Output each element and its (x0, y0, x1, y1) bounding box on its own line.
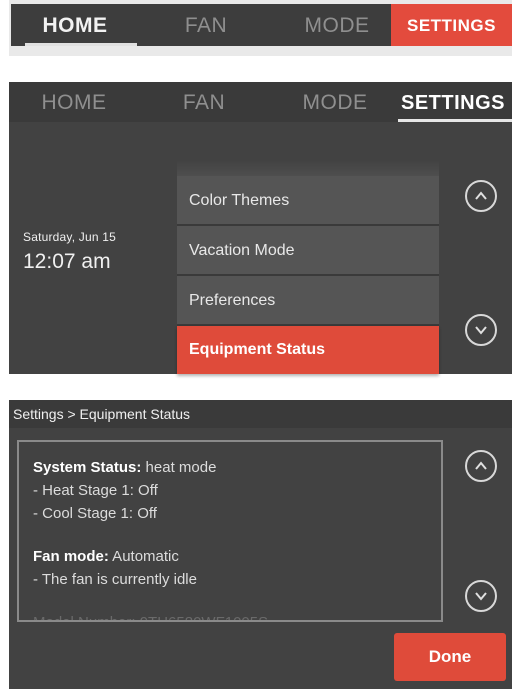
fan-mode-label: Fan mode: (33, 548, 109, 565)
tab-home[interactable]: HOME (11, 4, 139, 46)
done-button[interactable]: Done (394, 633, 506, 681)
tab-settings[interactable]: SETTINGS (391, 4, 512, 46)
menu-item-color-themes[interactable]: Color Themes (177, 176, 439, 226)
heat-stage-line: - Heat Stage 1: Off (33, 482, 158, 499)
menu-item-equipment-status[interactable]: Equipment Status (177, 326, 439, 374)
tab-settings-label: SETTINGS (400, 92, 505, 114)
chevron-down-icon (475, 326, 487, 335)
time-label: 12:07 am (23, 250, 111, 273)
tab-fan-label: FAN (182, 91, 226, 114)
chevron-down-icon (475, 592, 487, 601)
chevron-up-icon (475, 191, 487, 200)
tab-bar: HOME FAN MODE SETTINGS (9, 82, 512, 122)
date-time-display: Saturday, Jun 15 12:07 am (23, 230, 163, 274)
model-number-line: Model Number: 9TH6580WF1005S (33, 611, 441, 620)
cool-stage-line: - Cool Stage 1: Off (33, 505, 157, 522)
date-label: Saturday, Jun 15 (23, 230, 117, 244)
scroll-up-button[interactable] (465, 450, 497, 482)
tab-home[interactable]: HOME (29, 82, 119, 122)
tab-mode[interactable]: MODE (281, 4, 393, 46)
tab-settings[interactable]: SETTINGS (394, 82, 512, 122)
tab-bar: HOME FAN MODE SETTINGS (11, 4, 512, 46)
equipment-status-screen: Settings > Equipment Status System Statu… (9, 400, 512, 689)
tab-home-label: HOME (42, 14, 108, 37)
tab-mode[interactable]: MODE (289, 82, 381, 122)
tab-fan-label: FAN (184, 14, 228, 37)
tab-home-underline (25, 43, 137, 46)
tab-mode-label: MODE (304, 14, 370, 37)
tab-settings-label: SETTINGS (406, 16, 496, 35)
scroll-up-button[interactable] (465, 180, 497, 212)
menu-item-vacation-mode[interactable]: Vacation Mode (177, 226, 439, 276)
fan-mode-line: Fan mode: Automatic (33, 545, 441, 568)
settings-menu-screen: HOME FAN MODE SETTINGS Saturday, Jun 15 … (9, 82, 512, 374)
tab-home-label: HOME (41, 91, 107, 114)
tab-settings-underline (398, 119, 512, 122)
fan-state-line: - The fan is currently idle (33, 571, 197, 588)
system-status-label: System Status: (33, 459, 142, 476)
fan-mode-value: Automatic (108, 548, 179, 565)
tab-mode-label: MODE (302, 91, 368, 114)
menu-item-preferences[interactable]: Preferences (177, 276, 439, 326)
scroll-down-button[interactable] (465, 580, 497, 612)
tab-fan[interactable]: FAN (169, 82, 239, 122)
chevron-up-icon (475, 461, 487, 470)
tab-bar-panel-1: HOME FAN MODE SETTINGS (9, 0, 512, 56)
system-status-line: System Status: heat mode (33, 456, 441, 479)
status-text-box: System Status: heat mode - Heat Stage 1:… (17, 440, 443, 622)
scroll-down-button[interactable] (465, 314, 497, 346)
breadcrumb: Settings > Equipment Status (9, 400, 512, 428)
menu-scroll-fade (177, 160, 439, 176)
settings-menu-list: Color Themes Vacation Mode Preferences E… (177, 176, 439, 374)
system-status-value: heat mode (141, 459, 217, 476)
tab-fan[interactable]: FAN (161, 4, 251, 46)
